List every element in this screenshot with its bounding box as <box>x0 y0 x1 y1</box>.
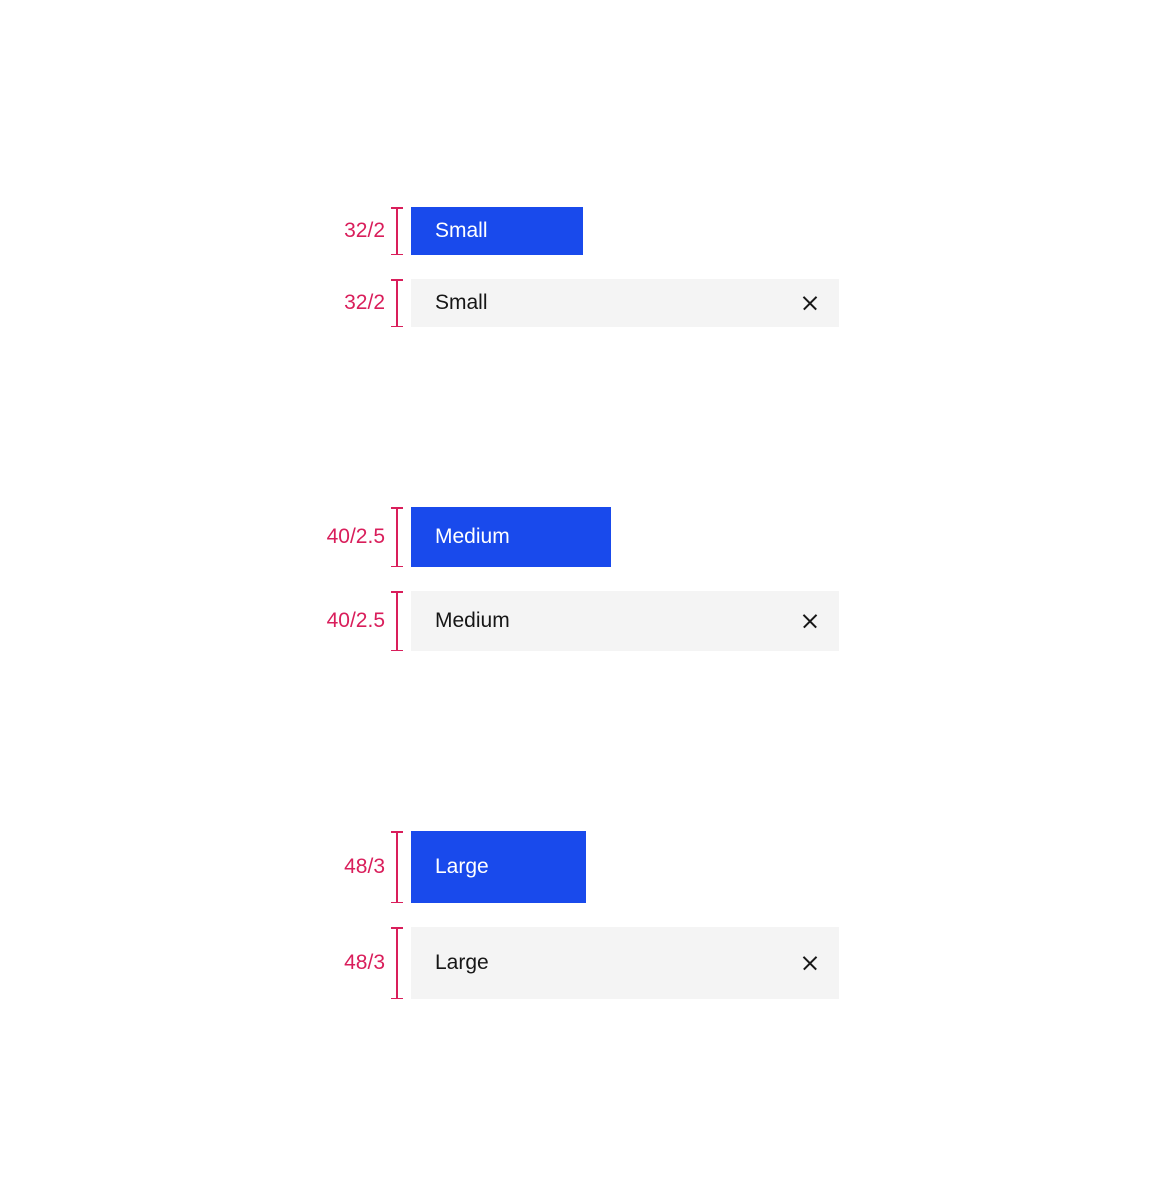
small-button[interactable]: Small <box>411 207 583 255</box>
button-label: Medium <box>435 525 510 549</box>
button-row-small: 32/2 Small <box>320 207 840 255</box>
input-value: Large <box>435 951 489 975</box>
input-row-large: 48/3 Large <box>320 927 840 999</box>
button-label: Small <box>435 219 488 243</box>
button-row-large: 48/3 Large <box>320 831 840 903</box>
input-row-medium: 40/2.5 Medium <box>320 591 840 651</box>
input-value: Medium <box>435 609 510 633</box>
small-input[interactable]: Small <box>411 279 839 327</box>
medium-input[interactable]: Medium <box>411 591 839 651</box>
measurement-bracket-icon <box>391 927 403 999</box>
input-value: Small <box>435 291 488 315</box>
measurement-bracket-icon <box>391 507 403 567</box>
button-label: Large <box>435 855 489 879</box>
medium-button[interactable]: Medium <box>411 507 611 567</box>
size-group-small: 32/2 Small 32/2 Small <box>320 207 840 327</box>
dimension-label-medium-button: 40/2.5 <box>320 525 385 549</box>
measurement-bracket-icon <box>391 831 403 903</box>
close-icon[interactable] <box>801 954 819 972</box>
dimension-label-large-button: 48/3 <box>320 855 385 879</box>
close-icon[interactable] <box>801 612 819 630</box>
measurement-bracket-icon <box>391 279 403 327</box>
size-group-large: 48/3 Large 48/3 Large <box>320 831 840 999</box>
button-row-medium: 40/2.5 Medium <box>320 507 840 567</box>
dimension-label-small-input: 32/2 <box>320 291 385 315</box>
dimension-label-small-button: 32/2 <box>320 219 385 243</box>
dimension-label-large-input: 48/3 <box>320 951 385 975</box>
measurement-bracket-icon <box>391 591 403 651</box>
measurement-bracket-icon <box>391 207 403 255</box>
close-icon[interactable] <box>801 294 819 312</box>
size-group-medium: 40/2.5 Medium 40/2.5 Medium <box>320 507 840 651</box>
large-button[interactable]: Large <box>411 831 586 903</box>
input-row-small: 32/2 Small <box>320 279 840 327</box>
large-input[interactable]: Large <box>411 927 839 999</box>
dimension-label-medium-input: 40/2.5 <box>320 609 385 633</box>
